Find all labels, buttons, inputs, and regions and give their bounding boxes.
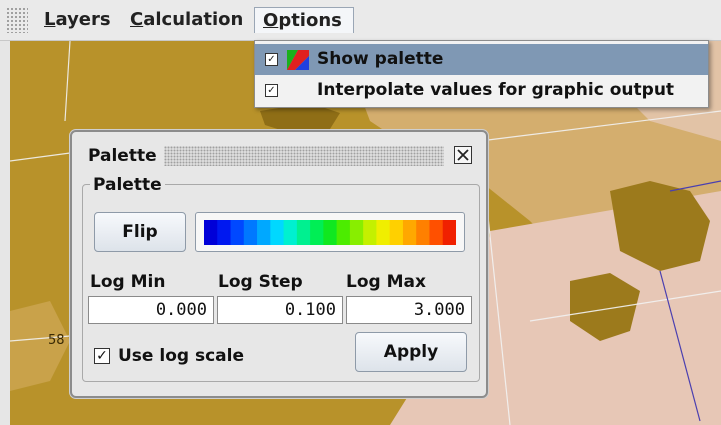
menu-options-label: ptions xyxy=(278,10,342,31)
show-palette-label: Show palette xyxy=(317,49,444,69)
palette-swatch xyxy=(429,220,444,245)
log-max-label: Log Max xyxy=(346,272,426,292)
palette-icon xyxy=(287,50,309,70)
palette-swatch xyxy=(363,220,377,245)
flip-button[interactable]: Flip xyxy=(94,212,186,252)
log-step-label: Log Step xyxy=(218,272,303,292)
log-min-input[interactable]: 0.000 xyxy=(88,296,214,324)
interpolate-values-label: Interpolate values for graphic output xyxy=(317,80,675,100)
palette-swatch xyxy=(389,220,404,245)
palette-swatch xyxy=(376,220,391,245)
close-icon xyxy=(457,149,469,161)
palette-swatch xyxy=(349,220,364,245)
palette-swatch xyxy=(270,220,285,245)
menu-options[interactable]: Options xyxy=(254,7,354,33)
palette-swatch xyxy=(243,220,258,245)
palette-swatch xyxy=(204,220,218,245)
palette-swatch xyxy=(336,220,351,245)
menu-options-mnemonic: O xyxy=(263,10,279,31)
log-max-input[interactable]: 3.000 xyxy=(346,296,472,324)
map-grid-label: 58 xyxy=(48,333,65,348)
apply-button[interactable]: Apply xyxy=(355,332,467,372)
log-step-input[interactable]: 0.100 xyxy=(217,296,343,324)
close-button[interactable] xyxy=(454,146,472,164)
checkbox-icon: ✓ xyxy=(265,53,278,66)
palette-swatch xyxy=(296,220,311,245)
palette-swatch xyxy=(402,220,417,245)
palette-group-label: Palette xyxy=(90,175,165,195)
palette-swatch xyxy=(257,220,271,245)
use-log-scale-checkbox[interactable]: ✓ xyxy=(94,348,110,364)
palette-window: Palette Palette Flip Log Min Log Step Lo… xyxy=(70,130,488,398)
palette-swatch xyxy=(442,220,456,245)
menu-item-interpolate-values[interactable]: ✓ Interpolate values for graphic output xyxy=(255,75,708,106)
menu-item-show-palette[interactable]: ✓ Show palette xyxy=(255,44,708,75)
palette-window-title: Palette xyxy=(88,146,157,166)
palette-color-scale xyxy=(204,220,456,245)
menu-bar: Layers Calculation Options xyxy=(0,0,721,41)
checkbox-icon: ✓ xyxy=(265,84,278,97)
toolbar-grip-handle[interactable] xyxy=(6,7,28,33)
menu-calculation[interactable]: Calculation xyxy=(122,7,251,33)
menu-layers[interactable]: Layers xyxy=(36,7,119,33)
palette-swatch xyxy=(416,220,430,245)
palette-swatch xyxy=(323,220,338,245)
palette-swatch xyxy=(217,220,232,245)
palette-swatch xyxy=(310,220,324,245)
window-drag-handle[interactable] xyxy=(164,146,444,166)
palette-swatch xyxy=(230,220,245,245)
menu-calculation-label: alculation xyxy=(143,9,244,30)
menu-layers-label: ayers xyxy=(55,9,111,30)
use-log-scale-label: Use log scale xyxy=(118,346,244,366)
options-dropdown-menu: ✓ Show palette ✓ Interpolate values for … xyxy=(254,40,709,108)
palette-preview[interactable] xyxy=(195,212,465,252)
palette-swatch xyxy=(283,220,298,245)
menu-calculation-mnemonic: C xyxy=(130,9,144,30)
log-min-label: Log Min xyxy=(90,272,166,292)
menu-layers-mnemonic: L xyxy=(44,9,56,30)
